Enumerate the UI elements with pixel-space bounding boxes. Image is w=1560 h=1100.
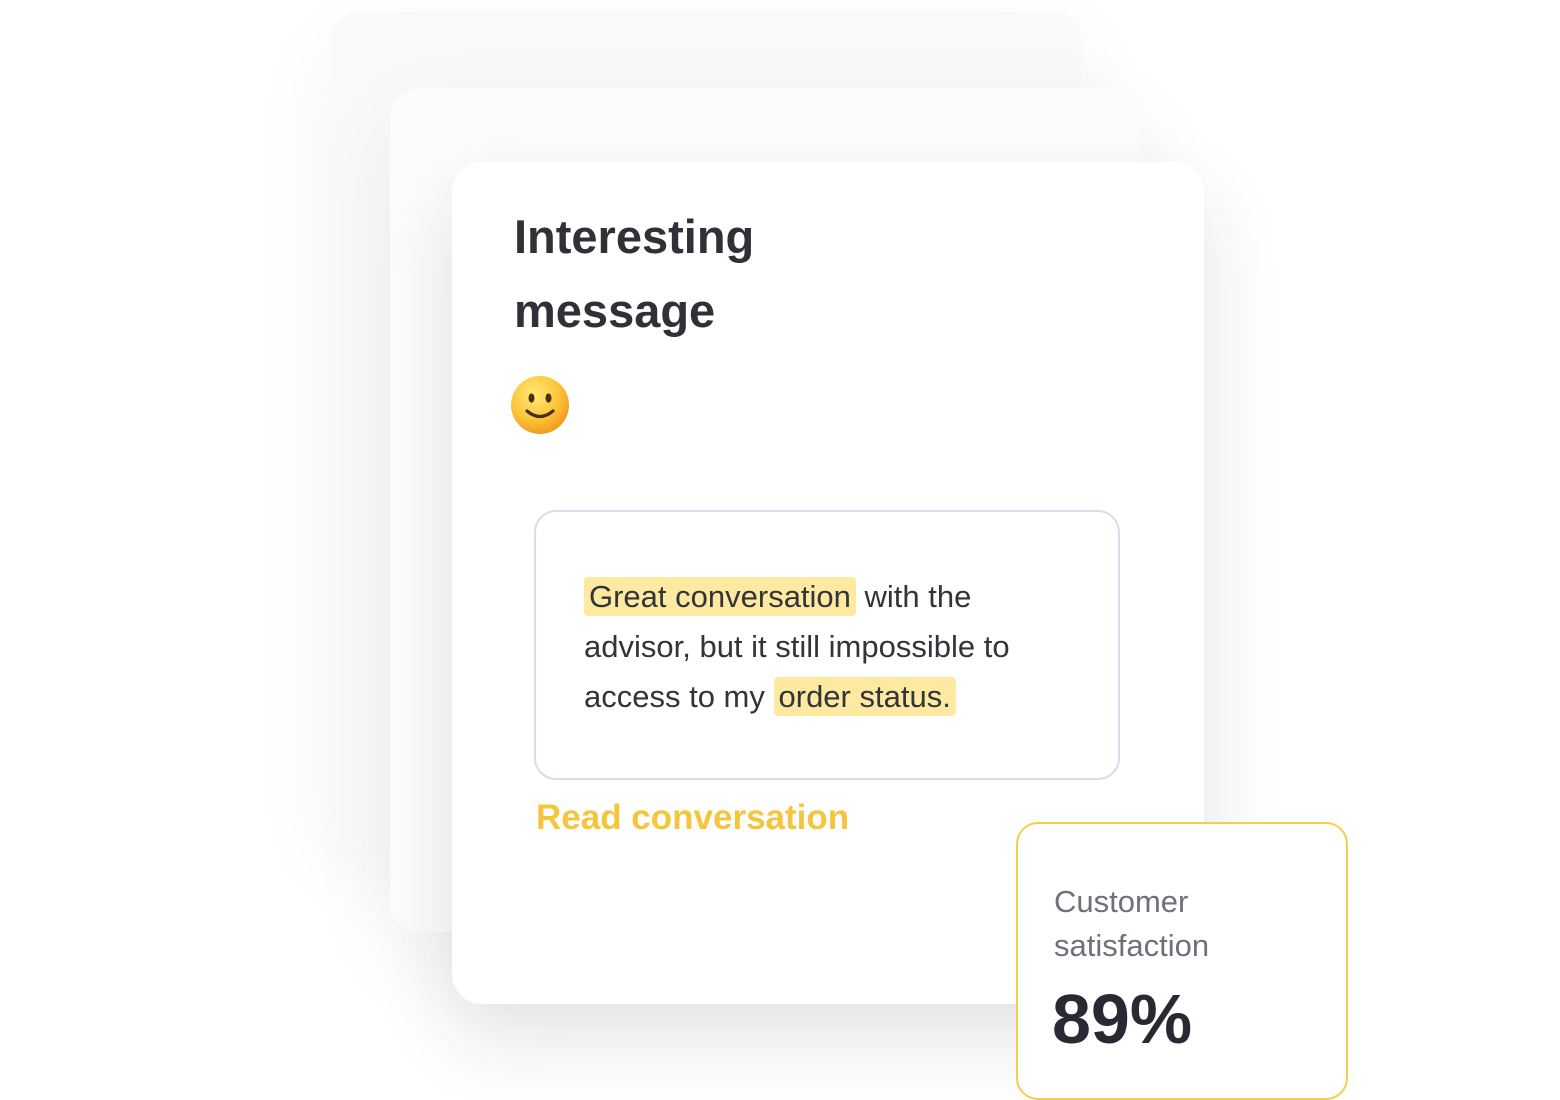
stat-label: Customer satisfaction — [1054, 884, 1210, 963]
stat-value: 89% — [1052, 980, 1193, 1058]
quote-text: Great conversation with the advisor, but… — [584, 572, 1064, 722]
highlight-great-conversation: Great conversation — [584, 577, 856, 616]
slightly-smiling-face-icon — [511, 376, 569, 434]
stage: Interesting message Great conversation w… — [0, 0, 1560, 1100]
read-conversation-link[interactable]: Read conversation — [536, 798, 849, 838]
highlight-order-status: order status. — [773, 677, 956, 716]
card-title: Interesting message — [514, 210, 755, 337]
quote-box: Great conversation with the advisor, but… — [534, 510, 1120, 780]
customer-satisfaction-card: Customer satisfaction 89% — [1016, 822, 1348, 1100]
